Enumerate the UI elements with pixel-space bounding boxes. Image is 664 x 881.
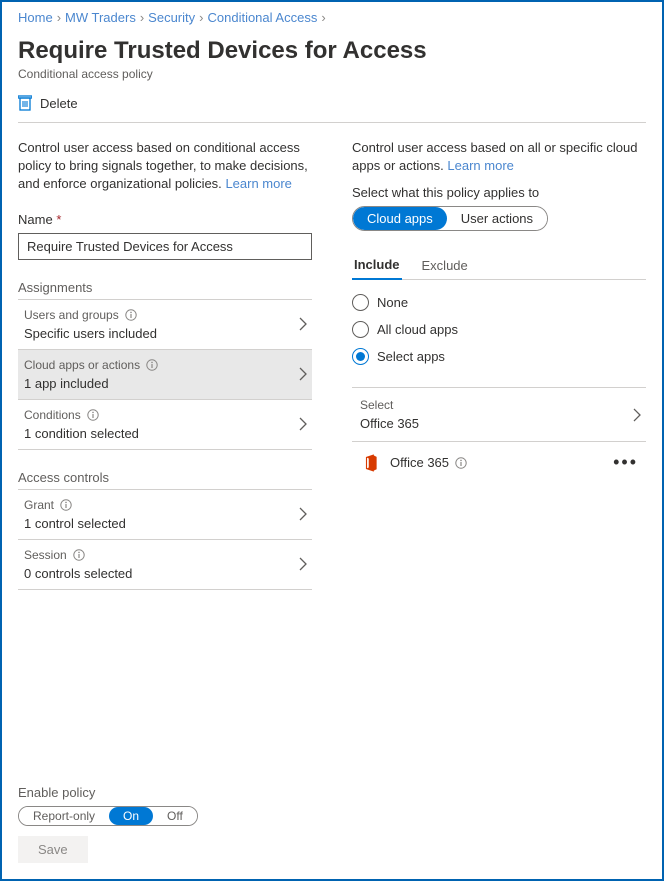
delete-button-label: Delete [40,96,78,111]
name-field-label: Name * [18,212,312,227]
toggle-off[interactable]: Off [153,807,197,825]
breadcrumb-home[interactable]: Home [18,10,53,25]
info-icon[interactable] [87,409,99,421]
chevron-right-icon [298,506,308,522]
learn-more-link[interactable]: Learn more [447,158,513,173]
policy-name-input[interactable] [18,233,312,260]
row-session[interactable]: Session 0 controls selected [18,540,312,590]
info-icon[interactable] [60,499,72,511]
selected-app-row: Office 365 ••• [352,442,646,483]
row-apps-label: Cloud apps or actions [24,358,140,372]
chevron-right-icon [298,316,308,332]
info-icon[interactable] [455,457,467,469]
row-cond-value: 1 condition selected [24,426,139,441]
section-assignments: Assignments [18,280,312,300]
include-exclude-tabs: Include Exclude [352,251,646,280]
row-conditions[interactable]: Conditions 1 condition selected [18,400,312,450]
chevron-right-icon: › [57,10,61,25]
breadcrumb-security[interactable]: Security [148,10,195,25]
save-button[interactable]: Save [18,836,88,863]
breadcrumb-mw-traders[interactable]: MW Traders [65,10,136,25]
page-subtitle: Conditional access policy [18,67,646,81]
apps-intro-text: Control user access based on all or spec… [352,139,646,175]
row-session-value: 0 controls selected [24,566,132,581]
tab-include[interactable]: Include [352,251,402,280]
chevron-right-icon: › [199,10,203,25]
radio-all-cloud-apps[interactable]: All cloud apps [352,321,646,338]
office-365-icon [362,454,380,472]
selected-app-name: Office 365 [390,455,449,470]
row-apps-value: 1 app included [24,376,158,391]
enable-policy-toggle: Report-only On Off [18,806,198,826]
select-value: Office 365 [360,416,419,431]
info-icon[interactable] [146,359,158,371]
row-cloud-apps[interactable]: Cloud apps or actions 1 app included [18,350,312,400]
select-label: Select [360,398,419,412]
row-cond-label: Conditions [24,408,81,422]
info-icon[interactable] [125,309,137,321]
breadcrumb: Home › MW Traders › Security › Condition… [18,6,646,25]
info-icon[interactable] [73,549,85,561]
applies-to-segmented: Cloud apps User actions [352,206,548,231]
row-users-value: Specific users included [24,326,157,341]
segmented-cloud-apps[interactable]: Cloud apps [353,207,447,230]
radio-none-label: None [377,295,408,310]
segmented-user-actions[interactable]: User actions [447,207,547,230]
row-session-label: Session [24,548,67,562]
row-users-and-groups[interactable]: Users and groups Specific users included [18,300,312,350]
policy-intro-text: Control user access based on conditional… [18,139,312,194]
radio-none[interactable]: None [352,294,646,311]
radio-all-label: All cloud apps [377,322,458,337]
select-apps-row[interactable]: Select Office 365 [352,388,646,442]
page-title: Require Trusted Devices for Access [18,37,646,65]
chevron-right-icon [632,407,642,423]
row-grant-value: 1 control selected [24,516,126,531]
row-grant-label: Grant [24,498,54,512]
toggle-report-only[interactable]: Report-only [19,807,109,825]
toggle-on[interactable]: On [109,807,153,825]
section-access-controls: Access controls [18,470,312,490]
chevron-right-icon: › [321,10,325,25]
breadcrumb-conditional-access[interactable]: Conditional Access [207,10,317,25]
more-actions-button[interactable]: ••• [609,452,642,473]
chevron-right-icon [298,556,308,572]
applies-to-label: Select what this policy applies to [352,185,646,200]
chevron-right-icon [298,416,308,432]
tab-exclude[interactable]: Exclude [420,251,470,279]
row-grant[interactable]: Grant 1 control selected [18,490,312,540]
radio-select-label: Select apps [377,349,445,364]
trash-icon [18,95,32,111]
enable-policy-label: Enable policy [18,785,646,800]
chevron-right-icon [298,366,308,382]
delete-button[interactable]: Delete [18,95,78,111]
chevron-right-icon: › [140,10,144,25]
row-users-label: Users and groups [24,308,119,322]
radio-select-apps[interactable]: Select apps [352,348,646,365]
learn-more-link[interactable]: Learn more [225,176,291,191]
